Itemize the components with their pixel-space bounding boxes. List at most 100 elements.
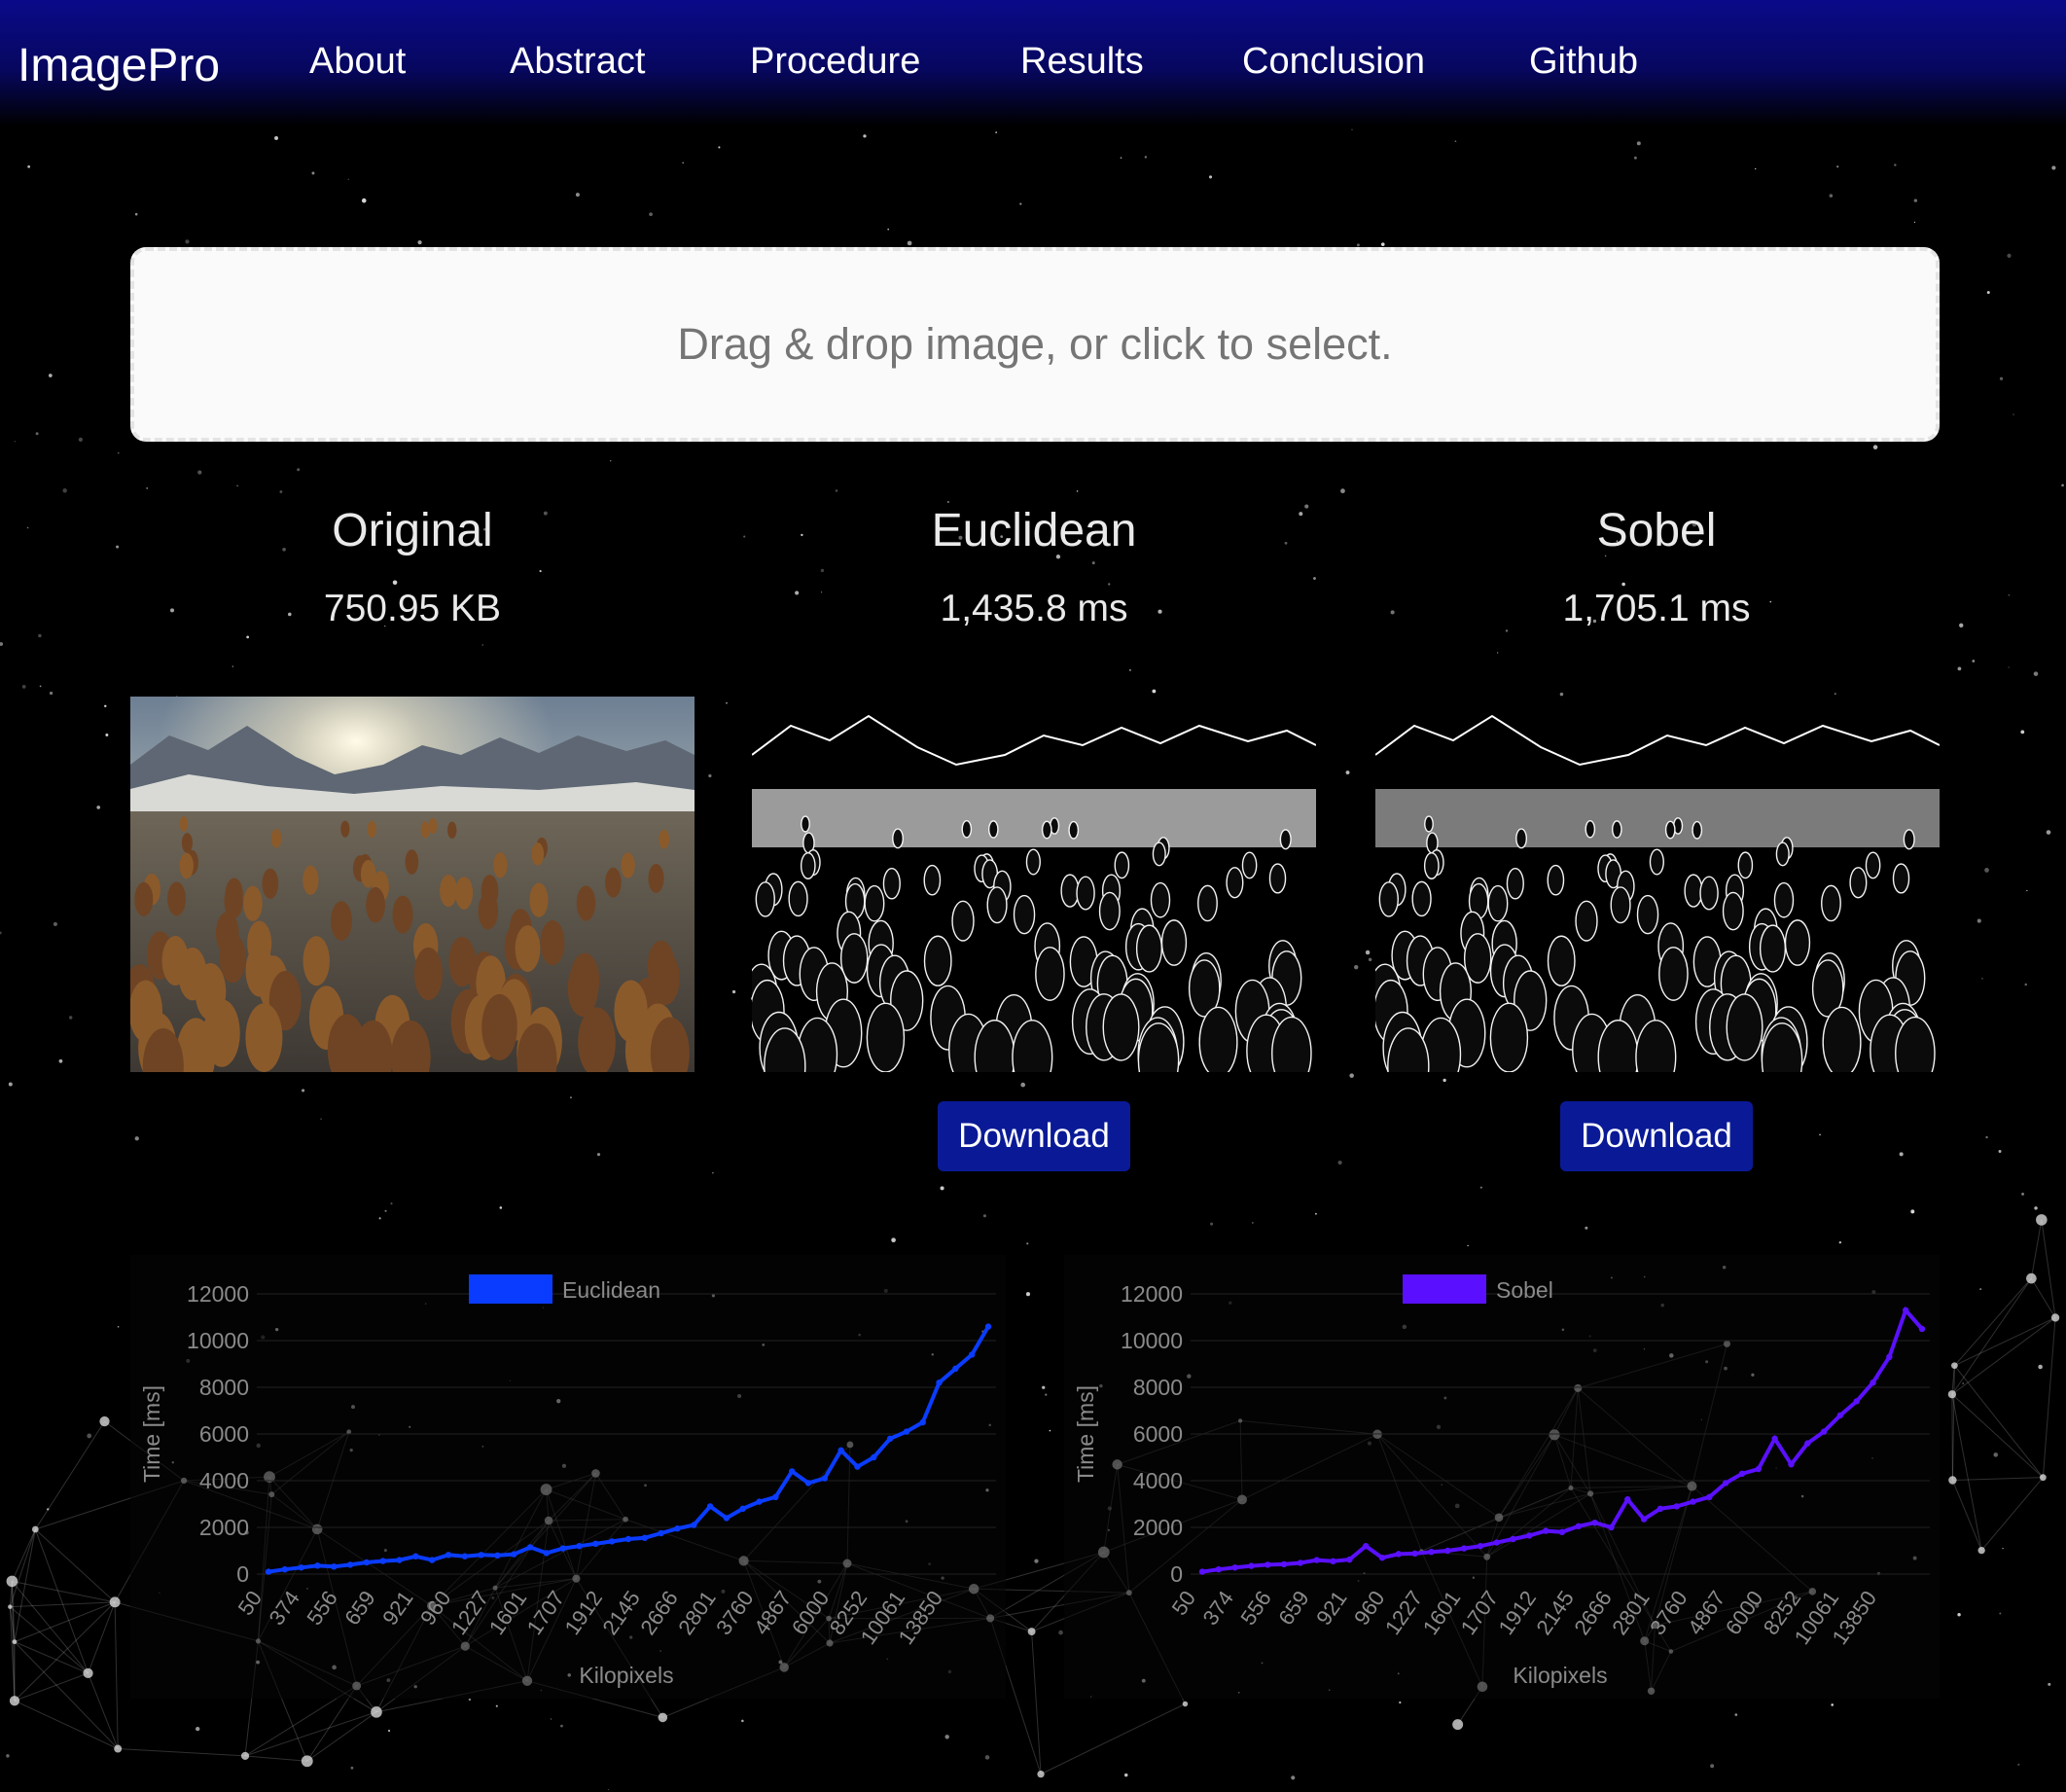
sobel-chart-data-point[interactable] — [1542, 1527, 1550, 1534]
euclidean-chart-data-point[interactable] — [641, 1534, 649, 1541]
euclidean-chart-data-point[interactable] — [952, 1365, 959, 1372]
nav-link-procedure[interactable]: Procedure — [750, 41, 920, 83]
sobel-chart-data-point[interactable] — [1231, 1564, 1238, 1571]
nav-link-results[interactable]: Results — [1020, 41, 1144, 83]
euclidean-chart-data-point[interactable] — [428, 1557, 436, 1563]
sobel-chart-data-point[interactable] — [1297, 1559, 1304, 1566]
euclidean-chart-data-point[interactable] — [412, 1553, 419, 1559]
euclidean-chart-data-point[interactable] — [674, 1525, 681, 1532]
euclidean-chart-data-point[interactable] — [919, 1418, 926, 1426]
sobel-chart-data-point[interactable] — [1575, 1523, 1583, 1529]
euclidean-chart-data-point[interactable] — [772, 1493, 779, 1500]
euclidean-chart-data-point[interactable] — [804, 1480, 812, 1487]
euclidean-chart-data-point[interactable] — [265, 1568, 272, 1575]
euclidean-chart-data-point[interactable] — [494, 1552, 501, 1559]
nav-link-conclusion[interactable]: Conclusion — [1242, 41, 1425, 83]
sobel-chart-data-point[interactable] — [1526, 1532, 1533, 1539]
sobel-chart-data-point[interactable] — [1313, 1557, 1320, 1563]
sobel-chart-data-point[interactable] — [1362, 1543, 1370, 1550]
sobel-chart-data-point[interactable] — [1706, 1493, 1713, 1500]
sobel-chart-data-point[interactable] — [1690, 1498, 1696, 1505]
sobel-chart-data-point[interactable] — [1771, 1435, 1778, 1442]
euclidean-chart-data-point[interactable] — [968, 1351, 976, 1358]
euclidean-chart-data-point[interactable] — [691, 1522, 697, 1528]
nav-link-abstract[interactable]: Abstract — [510, 41, 645, 83]
sobel-chart-data-point[interactable] — [1804, 1440, 1811, 1447]
sobel-chart-data-point[interactable] — [1477, 1543, 1484, 1550]
euclidean-chart-data-point[interactable] — [576, 1543, 583, 1550]
euclidean-chart-data-point[interactable] — [298, 1564, 304, 1571]
sobel-download-button[interactable]: Download — [1560, 1101, 1753, 1171]
euclidean-chart-data-point[interactable] — [871, 1453, 877, 1461]
sobel-chart-data-point[interactable] — [1460, 1545, 1468, 1552]
euclidean-chart-data-point[interactable] — [739, 1505, 746, 1512]
sobel-chart-data-point[interactable] — [1853, 1398, 1860, 1405]
sobel-chart-data-point[interactable] — [1330, 1558, 1336, 1564]
brand-logo[interactable]: ImagePro — [18, 39, 220, 92]
euclidean-chart-data-point[interactable] — [903, 1428, 910, 1435]
euclidean-download-button[interactable]: Download — [938, 1101, 1130, 1171]
sobel-chart-data-point[interactable] — [1428, 1549, 1435, 1556]
euclidean-chart-data-point[interactable] — [511, 1551, 517, 1558]
sobel-chart-data-point[interactable] — [1411, 1550, 1418, 1558]
euclidean-chart-data-point[interactable] — [363, 1559, 371, 1566]
euclidean-chart-data-point[interactable] — [543, 1550, 551, 1557]
image-dropzone[interactable]: Drag & drop image, or click to select. — [130, 247, 1940, 442]
euclidean-chart-data-point[interactable] — [461, 1553, 469, 1559]
euclidean-chart-data-point[interactable] — [526, 1544, 534, 1551]
euclidean-chart-data-point[interactable] — [706, 1503, 714, 1510]
sobel-chart-data-point[interactable] — [1624, 1496, 1631, 1503]
sobel-chart-data-point[interactable] — [1902, 1307, 1909, 1313]
euclidean-chart-legend-swatch[interactable] — [469, 1274, 552, 1304]
sobel-chart-data-point[interactable] — [1280, 1560, 1288, 1568]
euclidean-chart-data-point[interactable] — [821, 1475, 829, 1482]
euclidean-chart-data-point[interactable] — [281, 1566, 289, 1573]
euclidean-chart-data-point[interactable] — [608, 1538, 616, 1545]
euclidean-chart-data-point[interactable] — [756, 1498, 763, 1505]
sobel-chart-data-point[interactable] — [1198, 1568, 1206, 1575]
euclidean-chart-data-point[interactable] — [592, 1540, 599, 1547]
euclidean-chart-data-point[interactable] — [624, 1535, 632, 1543]
euclidean-chart-data-point[interactable] — [314, 1562, 321, 1569]
euclidean-chart-data-point[interactable] — [936, 1380, 943, 1386]
sobel-chart-data-point[interactable] — [1656, 1505, 1664, 1512]
sobel-chart-data-point[interactable] — [1265, 1561, 1271, 1568]
sobel-chart-data-point[interactable] — [1248, 1562, 1255, 1569]
euclidean-chart-data-point[interactable] — [346, 1561, 354, 1568]
sobel-chart-data-point[interactable] — [1640, 1516, 1648, 1523]
sobel-chart-data-point[interactable] — [1558, 1528, 1566, 1535]
sobel-chart-legend-swatch[interactable] — [1403, 1274, 1486, 1304]
sobel-chart-data-point[interactable] — [1673, 1503, 1680, 1510]
euclidean-chart-data-point[interactable] — [559, 1545, 566, 1552]
euclidean-chart-data-point[interactable] — [331, 1563, 338, 1570]
euclidean-chart-data-point[interactable] — [723, 1515, 730, 1522]
sobel-chart-data-point[interactable] — [1608, 1523, 1615, 1531]
sobel-chart-data-point[interactable] — [1755, 1465, 1763, 1473]
euclidean-chart-data-point[interactable] — [837, 1447, 844, 1453]
nav-link-github[interactable]: Github — [1529, 41, 1638, 83]
euclidean-chart-data-point[interactable] — [658, 1529, 664, 1537]
sobel-chart-data-point[interactable] — [1738, 1470, 1746, 1477]
sobel-chart-data-point[interactable] — [1870, 1380, 1876, 1386]
sobel-chart-data-point[interactable] — [1510, 1535, 1516, 1543]
euclidean-chart-data-point[interactable] — [379, 1558, 386, 1564]
sobel-chart-data-point[interactable] — [1215, 1566, 1223, 1573]
sobel-chart-data-point[interactable] — [1395, 1551, 1403, 1558]
sobel-chart-data-point[interactable] — [1444, 1547, 1451, 1555]
sobel-chart-data-point[interactable] — [1346, 1556, 1353, 1563]
sobel-chart-data-point[interactable] — [1918, 1325, 1926, 1333]
sobel-chart-data-point[interactable] — [1493, 1539, 1500, 1546]
euclidean-chart-data-point[interactable] — [445, 1552, 452, 1559]
euclidean-chart-data-point[interactable] — [886, 1435, 894, 1442]
sobel-chart-data-point[interactable] — [1591, 1520, 1598, 1526]
euclidean-chart-data-point[interactable] — [396, 1557, 403, 1563]
sobel-chart-data-point[interactable] — [1788, 1461, 1795, 1468]
sobel-chart-data-point[interactable] — [1820, 1428, 1828, 1435]
sobel-chart-data-point[interactable] — [1886, 1353, 1893, 1360]
euclidean-chart-data-point[interactable] — [984, 1323, 992, 1330]
euclidean-chart-data-point[interactable] — [854, 1463, 861, 1470]
sobel-chart-data-point[interactable] — [1378, 1555, 1386, 1561]
euclidean-chart-data-point[interactable] — [788, 1468, 796, 1475]
nav-link-about[interactable]: About — [309, 41, 406, 83]
euclidean-chart-data-point[interactable] — [478, 1552, 484, 1559]
